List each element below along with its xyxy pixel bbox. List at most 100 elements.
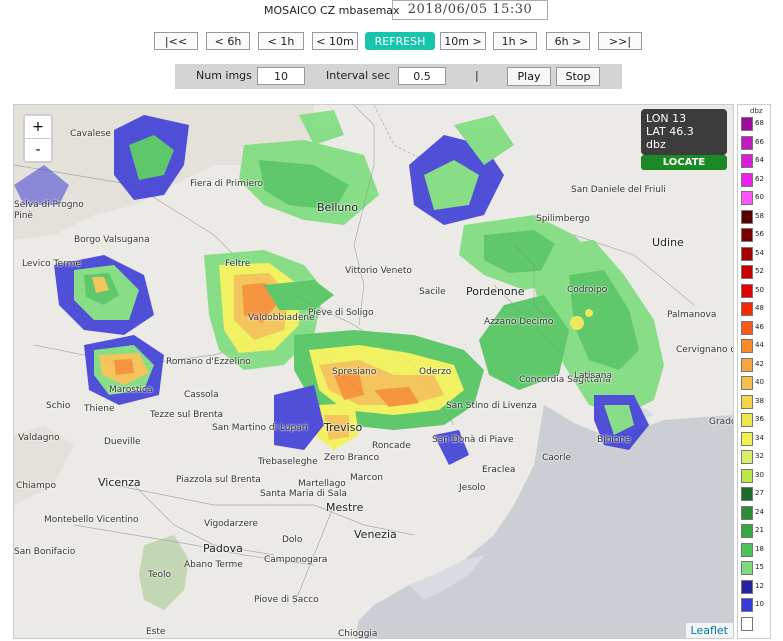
- header: MOSAICO CZ mbasemax 2018/06/05 15:30: [0, 0, 783, 22]
- place-label: Vittorio Veneto: [345, 266, 412, 276]
- place-label: Este: [146, 627, 166, 637]
- place-label: Spilimbergo: [536, 214, 590, 224]
- leaflet-attribution-link[interactable]: Leaflet: [685, 623, 733, 638]
- fwd-10m-button[interactable]: 10m >: [440, 32, 486, 50]
- legend-swatch: [741, 209, 753, 224]
- place-label: San Daniele del Friuli: [571, 185, 666, 195]
- datetime-display[interactable]: 2018/06/05 15:30: [392, 0, 548, 20]
- coordinate-info-box: LON 13 LAT 46.3 dbz: [641, 109, 727, 155]
- place-label: Roncade: [372, 441, 411, 451]
- legend-value: 64: [755, 156, 764, 164]
- place-label: San Bonifacio: [14, 547, 76, 557]
- legend-swatch: [741, 394, 753, 409]
- place-label: San Stino di Livenza: [446, 401, 538, 411]
- legend-swatch: [741, 376, 753, 390]
- place-label: Pinè: [14, 211, 33, 221]
- place-label: Valdagno: [18, 433, 60, 443]
- place-label: Selva di Progno: [14, 200, 84, 210]
- legend-swatch: [741, 487, 753, 501]
- back-1h-button[interactable]: < 1h: [258, 32, 304, 50]
- legend-value: 56: [755, 230, 764, 238]
- legend-swatch: [741, 579, 753, 594]
- separator: |: [475, 69, 479, 82]
- legend-swatch: [741, 283, 753, 298]
- legend-value: 54: [755, 248, 764, 257]
- legend-swatch: [741, 561, 753, 575]
- legend-value: 10: [755, 600, 764, 608]
- legend-value: 38: [755, 396, 764, 405]
- place-label: Spresiano: [332, 367, 377, 377]
- legend-swatch: [741, 228, 753, 242]
- legend-value: 12: [755, 581, 764, 590]
- back-6h-button[interactable]: < 6h: [206, 32, 250, 50]
- place-label: Levico Terme: [22, 259, 81, 269]
- legend-value: 40: [755, 378, 764, 386]
- place-label: Martellago: [298, 479, 346, 489]
- num-imgs-input[interactable]: 10: [257, 67, 305, 85]
- legend-swatch: [741, 302, 753, 316]
- product-title: MOSAICO CZ mbasemax: [264, 4, 400, 17]
- lon-readout: LON 13: [646, 112, 687, 125]
- place-label: Teolo: [148, 570, 172, 580]
- legend-value: 58: [755, 211, 764, 220]
- legend-swatch: [741, 524, 753, 538]
- play-button[interactable]: Play: [507, 67, 551, 86]
- zoom-control: + -: [23, 114, 53, 163]
- legend-swatch: [741, 246, 753, 261]
- legend-swatch: [741, 542, 753, 557]
- legend-value: 62: [755, 174, 764, 183]
- place-label: Udine: [652, 236, 684, 249]
- place-label: San Donà di Piave: [432, 435, 514, 445]
- place-label: Camponogara: [264, 555, 328, 565]
- first-button[interactable]: |<<: [154, 32, 198, 50]
- place-label: Valdobbiadene: [248, 313, 315, 323]
- legend-swatch: [741, 265, 753, 279]
- fwd-6h-button[interactable]: 6h >: [546, 32, 590, 50]
- legend-swatch: [741, 357, 753, 372]
- place-label: Piove di Sacco: [254, 595, 319, 605]
- place-label: Marcon: [350, 473, 383, 483]
- place-label: Abano Terme: [184, 560, 243, 570]
- stop-button[interactable]: Stop: [556, 67, 600, 86]
- place-label: Fiera di Primiero: [190, 179, 263, 189]
- lat-readout: LAT 46.3: [646, 125, 694, 138]
- zoom-in-button[interactable]: +: [25, 116, 51, 139]
- radar-map[interactable]: Cavalese Fiera di Primiero Belluno Udine…: [13, 104, 734, 639]
- dbz-legend: dbz 68 66 64 62 60 58 56 54 52 50 48 46 44 42 40 38 36 34…: [737, 104, 771, 639]
- place-label: Schio: [46, 401, 71, 411]
- legend-swatch: [741, 135, 753, 150]
- place-label: Palmanova: [667, 310, 717, 320]
- legend-value: 27: [755, 489, 764, 497]
- legend-value: 48: [755, 304, 764, 312]
- place-label: Tezze sul Brenta: [150, 410, 224, 420]
- zoom-out-button[interactable]: -: [25, 139, 51, 161]
- fwd-1h-button[interactable]: 1h >: [493, 32, 537, 50]
- legend-swatch: [741, 468, 753, 483]
- legend-value: 18: [755, 544, 764, 553]
- legend-value: 52: [755, 267, 764, 275]
- locate-button[interactable]: LOCATE: [641, 155, 727, 170]
- place-label: Codroipo: [567, 285, 608, 295]
- place-label: Azzano Decimo: [484, 317, 554, 327]
- legend-swatch: [741, 320, 753, 335]
- place-label: Oderzo: [419, 367, 452, 377]
- interval-input[interactable]: 0.5: [398, 67, 446, 85]
- place-label: Mestre: [326, 501, 364, 514]
- place-label: Chiampo: [16, 481, 56, 491]
- place-label: Montebello Vicentino: [44, 515, 139, 525]
- place-label: Feltre: [225, 259, 251, 269]
- legend-value: 24: [755, 507, 764, 516]
- place-label: Santa Maria di Sala: [260, 489, 348, 499]
- last-button[interactable]: >>|: [598, 32, 642, 50]
- refresh-button[interactable]: REFRESH: [365, 32, 435, 50]
- legend-swatch: [741, 117, 753, 131]
- legend-swatch: [741, 154, 753, 168]
- place-label: Treviso: [324, 421, 363, 434]
- place-label: Bibione: [597, 435, 631, 445]
- legend-value: 44: [755, 341, 764, 349]
- place-label: Zero Branco: [324, 453, 380, 463]
- place-label: Grado: [709, 417, 734, 427]
- num-imgs-label: Num imgs: [196, 69, 252, 82]
- legend-swatch: [741, 339, 753, 353]
- back-10m-button[interactable]: < 10m: [312, 32, 358, 50]
